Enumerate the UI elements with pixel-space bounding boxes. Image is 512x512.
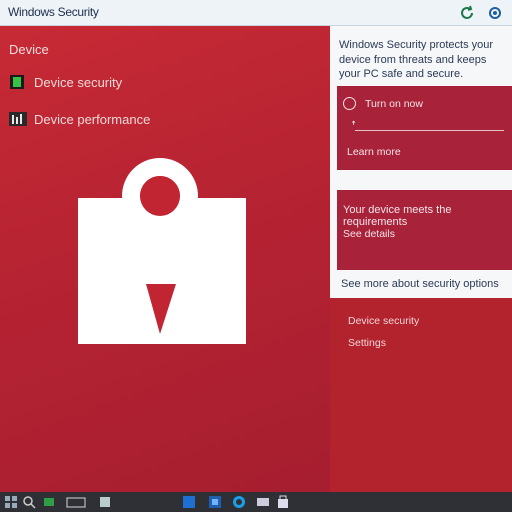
panel-description: Windows Security protects your device fr… bbox=[339, 39, 494, 80]
taskbar bbox=[0, 492, 512, 512]
task-view-icon[interactable] bbox=[42, 495, 56, 509]
status-circle-icon bbox=[343, 97, 356, 110]
action-card: Turn on now ꜛ Learn more bbox=[337, 86, 512, 170]
shield-icon[interactable] bbox=[208, 495, 222, 509]
title-bar: Windows Security bbox=[0, 0, 512, 26]
padlock-icon bbox=[78, 158, 246, 353]
lower-link-settings[interactable]: Settings bbox=[348, 333, 386, 351]
left-pane: Device Device security Device performanc… bbox=[0, 26, 330, 492]
folder-icon[interactable] bbox=[66, 495, 86, 509]
app-icon[interactable] bbox=[98, 495, 112, 509]
sidebar-item-device-performance[interactable]: Device performance bbox=[9, 111, 150, 127]
chart-icon bbox=[9, 111, 27, 127]
sidebar-item-label: Device performance bbox=[34, 111, 151, 127]
chevron-up-icon: ꜛ bbox=[351, 122, 356, 133]
status-text: Your device meets the requirements bbox=[343, 204, 452, 228]
lower-link-device-security[interactable]: Device security bbox=[348, 311, 419, 329]
start-icon[interactable] bbox=[4, 495, 18, 509]
mail-icon[interactable] bbox=[256, 495, 270, 509]
learn-more-link[interactable]: Learn more bbox=[347, 146, 401, 158]
sidebar-item-device-security[interactable]: Device security bbox=[9, 74, 122, 90]
shield-check-icon bbox=[9, 74, 25, 90]
see-more-link[interactable]: See more about security options bbox=[341, 278, 499, 290]
link-label: Device security bbox=[348, 315, 420, 327]
window-title: Windows Security bbox=[8, 5, 99, 19]
status-card: Your device meets the requirements See d… bbox=[337, 190, 512, 270]
search-icon[interactable] bbox=[22, 495, 36, 509]
settings-icon[interactable] bbox=[486, 4, 504, 22]
turn-on-link[interactable]: Turn on now bbox=[365, 98, 423, 110]
edge-icon[interactable] bbox=[232, 495, 246, 509]
refresh-icon[interactable] bbox=[458, 4, 476, 22]
store-icon[interactable] bbox=[276, 495, 290, 509]
right-panel: Windows Security protects your device fr… bbox=[330, 26, 512, 298]
link-label: Settings bbox=[348, 337, 386, 349]
card-divider bbox=[355, 130, 504, 131]
sidebar-item-label: Device security bbox=[34, 74, 123, 90]
app-blue-icon[interactable] bbox=[182, 495, 196, 509]
see-details-link[interactable]: See details bbox=[343, 228, 395, 240]
section-label: Device bbox=[9, 42, 49, 57]
